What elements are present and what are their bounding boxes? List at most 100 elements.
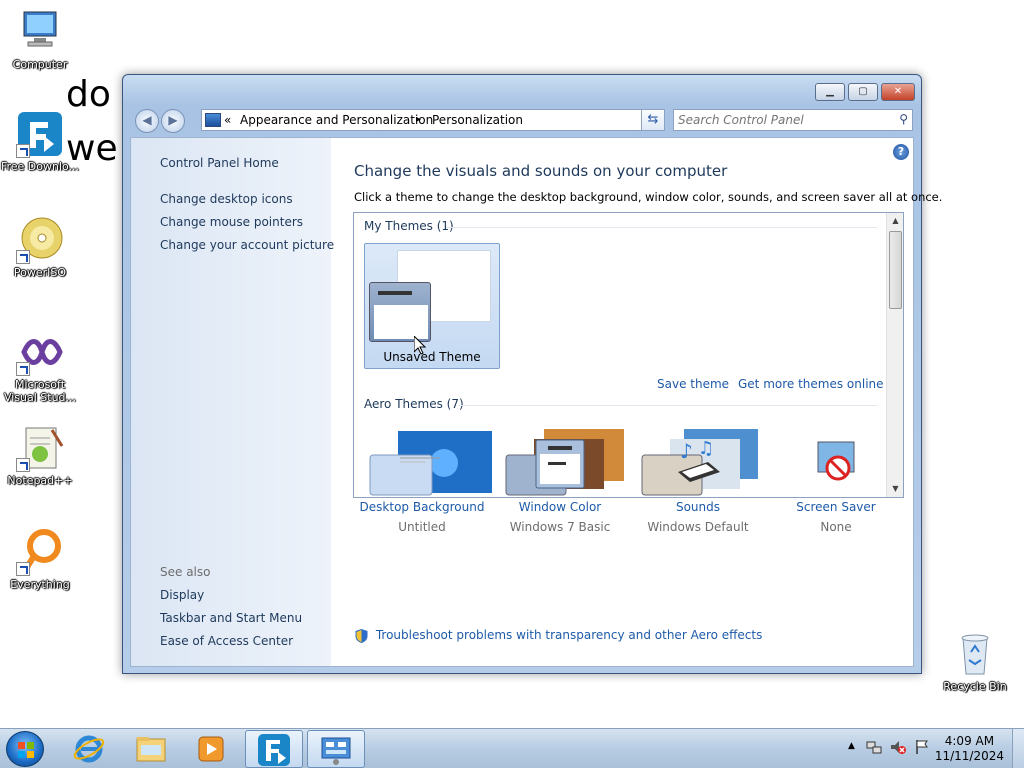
help-icon[interactable]: ? [893,144,909,160]
taskbar-control-panel[interactable] [307,730,365,768]
action-center-flag-icon[interactable] [914,739,930,758]
taskbar-free-download-manager[interactable] [245,730,303,768]
desktop-icon-computer[interactable]: Computer [0,8,80,71]
search-icon[interactable]: ⚲ [899,112,908,126]
shield-icon [355,628,368,643]
svg-text:♪: ♪ [680,439,693,463]
volume-muted-icon[interactable] [890,739,906,758]
change-account-picture-link[interactable]: Change your account picture [160,238,334,252]
notepad-plus-plus-icon [16,424,64,472]
window-color-value: Windows 7 Basic [509,520,611,534]
taskbar-start-menu-link[interactable]: Taskbar and Start Menu [160,611,302,625]
desktop-icon-label: Recycle Bin [943,680,1007,693]
content-area: Control Panel Home Change desktop icons … [130,137,942,667]
desktop-icon-poweriso[interactable]: PowerISO [0,216,80,279]
maximize-button[interactable]: ▢ [848,83,878,101]
mouse-cursor-icon [413,334,427,358]
start-button[interactable] [6,731,44,767]
theme-name: Unsaved Theme [383,350,481,364]
desktop-icon-label: Free Downlo... [0,160,80,173]
desktop-background-value: Untitled [398,520,446,534]
address-bar[interactable]: « Appearance and Personalization ▸ Perso… [201,109,665,131]
troubleshoot-row[interactable]: Troubleshoot problems with transparency … [355,628,762,643]
desktop-background-icon [396,438,448,490]
folder-icon [136,737,166,762]
window-color-item[interactable]: Window Color Windows 7 Basic [495,438,625,534]
show-desktop-button[interactable] [1012,729,1024,768]
free-download-manager-icon [16,110,64,158]
sounds-item[interactable]: ♪ ♫ Sounds Windows Default [633,438,763,534]
back-button[interactable]: ◀ [135,109,159,133]
breadcrumb-separator[interactable]: ▸ [416,114,421,125]
theme-window-preview [369,282,431,342]
everything-search-icon [16,528,64,576]
change-desktop-icons-link[interactable]: Change desktop icons [160,192,293,206]
search-input[interactable] [678,112,888,128]
my-themes-label: My Themes (1) [364,219,454,233]
see-also-heading: See also [160,565,211,579]
screen-saver-item[interactable]: Screen Saver None [771,438,901,534]
control-panel-icon [321,737,351,765]
desktop-background-label[interactable]: Desktop Background [357,500,487,514]
page-subtitle: Click a theme to change the desktop back… [354,190,943,204]
get-more-themes-link[interactable]: Get more themes online [738,377,884,391]
window-color-icon [534,438,586,490]
minimize-button[interactable]: ▁ [815,83,845,101]
breadcrumb-chevron[interactable]: « [224,113,231,127]
close-button[interactable]: ✕ [881,83,915,101]
breadcrumb-personalization[interactable]: Personalization [432,113,523,127]
scroll-thumb[interactable] [889,231,902,309]
change-mouse-pointers-link[interactable]: Change mouse pointers [160,215,303,229]
troubleshoot-link[interactable]: Troubleshoot problems with transparency … [376,628,763,642]
sounds-label[interactable]: Sounds [633,500,763,514]
svg-text:♫: ♫ [698,438,714,459]
screen-saver-label[interactable]: Screen Saver [771,500,901,514]
shortcut-arrow-icon [16,362,30,376]
screen-saver-value: None [820,520,852,534]
desktop-icon-everything[interactable]: Everything [0,528,80,591]
personalization-window: ▁ ▢ ✕ ◀ ▶ « Appearance and Personalizati… [122,74,942,674]
save-theme-link[interactable]: Save theme [657,377,729,391]
system-tray: ▲ 4:09 AM 11/11/2024 [844,729,1024,768]
sounds-icon: ♪ ♫ [672,438,724,490]
recycle-bin-icon [951,630,999,678]
network-icon[interactable] [866,739,882,758]
desktop-icon-label: PowerISO [13,266,67,279]
taskbar-media-player[interactable] [182,730,240,768]
group-divider [446,227,877,228]
address-row: ◀ ▶ « Appearance and Personalization ▸ P… [131,107,913,133]
forward-button[interactable]: ▶ [161,109,185,133]
taskbar-file-explorer[interactable] [122,730,180,768]
desktop-icon-label: Notepad++ [7,474,73,487]
show-hidden-icons-icon[interactable]: ▲ [848,741,855,751]
refresh-button[interactable]: ⇆ [641,109,665,131]
screen-saver-icon [810,438,862,490]
windows-logo-icon [18,742,34,758]
desktop-icon-free-download[interactable]: Free Downlo... [0,110,80,173]
unsaved-theme-tile[interactable]: Unsaved Theme [364,243,500,369]
page-title: Change the visuals and sounds on your co… [354,162,728,180]
control-panel-home-link[interactable]: Control Panel Home [160,156,279,170]
shortcut-arrow-icon [16,562,30,576]
clock[interactable]: 4:09 AM 11/11/2024 [935,734,1004,764]
desktop-background-item[interactable]: Desktop Background Untitled [357,438,487,534]
scroll-up-icon[interactable]: ▲ [887,213,903,229]
desktop-icon-label: Everything [10,578,70,591]
desktop-icon-notepad-plus-plus[interactable]: Notepad++ [0,424,80,487]
breadcrumb-appearance[interactable]: Appearance and Personalization [240,113,433,127]
left-pane: Control Panel Home Change desktop icons … [131,138,334,666]
shortcut-arrow-icon [16,144,30,158]
ease-of-access-link[interactable]: Ease of Access Center [160,634,293,648]
preview-bar [378,291,412,295]
computer-icon [16,8,64,56]
sounds-value: Windows Default [647,520,749,534]
desktop-icon-visual-studio[interactable]: Microsoft Visual Stud... [0,328,80,404]
desktop-icon-label: Computer [12,58,68,71]
group-divider [458,405,877,406]
display-link[interactable]: Display [160,588,204,602]
desktop-icon-recycle-bin[interactable]: Recycle Bin [935,630,1015,693]
search-box[interactable]: ⚲ [673,109,913,131]
taskbar-internet-explorer[interactable] [60,730,118,768]
window-color-label[interactable]: Window Color [495,500,625,514]
clock-date: 11/11/2024 [934,749,1004,763]
